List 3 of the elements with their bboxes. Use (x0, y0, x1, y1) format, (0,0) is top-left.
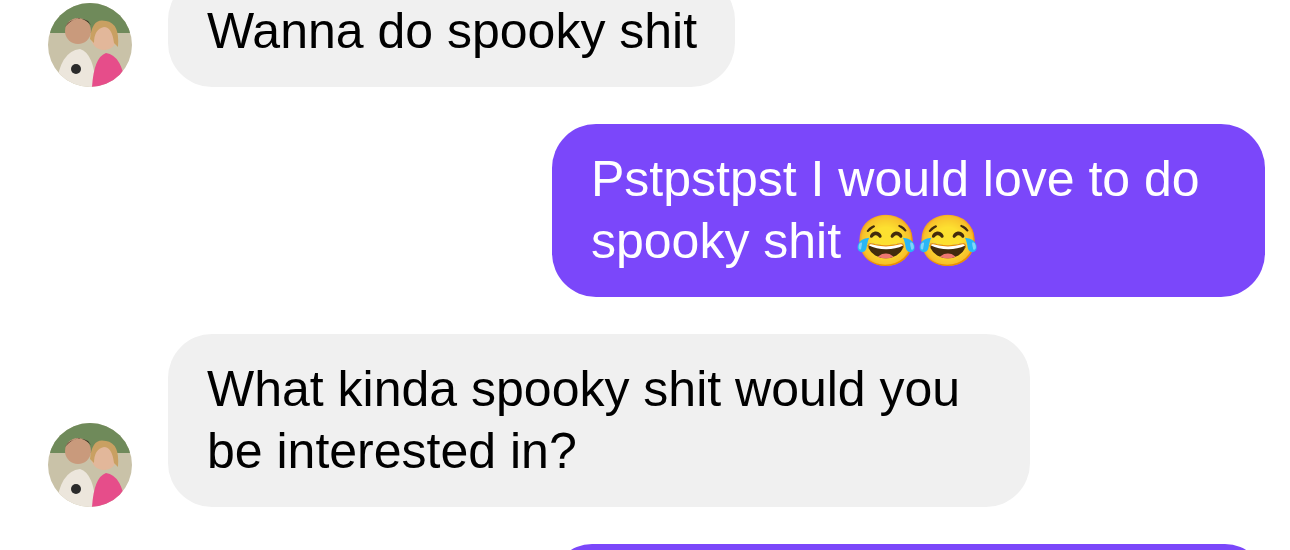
message-bubble: Wanna do spooky shit (168, 0, 736, 87)
message-bubble: Pstpstpst I would love to do spooky shit 😂😂 (552, 124, 1265, 297)
message-bubble: What kinda spooky shit would you be interested in? (168, 334, 1030, 507)
